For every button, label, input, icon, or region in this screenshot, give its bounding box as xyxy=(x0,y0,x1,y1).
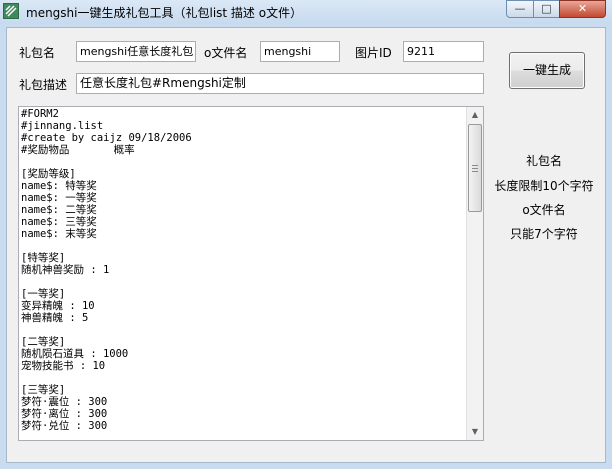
editor-line: 宠物技能书 : 10 xyxy=(21,360,106,372)
editor-line: name$: 二等奖 xyxy=(21,204,97,216)
editor-line: [一等奖] xyxy=(21,288,66,300)
hint-pack-name-limit: 长度限制10个字符 xyxy=(494,179,594,193)
description-label: 礼包描述 xyxy=(19,78,68,92)
editor-line: name$: 末等奖 xyxy=(21,228,97,240)
editor-line: 梦符·震位 : 300 xyxy=(21,396,108,408)
generate-button[interactable]: 一键生成 xyxy=(509,52,585,89)
main-panel: 礼包名 mengshi任意长度礼包 o文件名 mengshi 图片ID 9211… xyxy=(6,27,606,463)
editor-line: #奖励物品 概率 xyxy=(21,144,135,156)
image-id-label: 图片ID xyxy=(355,46,392,60)
file-name-label: o文件名 xyxy=(204,46,248,60)
minimize-button[interactable]: — xyxy=(506,0,534,18)
editor-line: [奖励等级] xyxy=(21,168,76,180)
grip-line xyxy=(472,165,478,166)
editor-line: 梦符·兑位 : 300 xyxy=(21,420,108,432)
editor-line: name$: 三等奖 xyxy=(21,216,97,228)
editor-line: 变异精魄 : 10 xyxy=(21,300,95,312)
image-id-input[interactable]: 9211 xyxy=(403,41,484,62)
app-icon xyxy=(3,3,19,19)
editor-line: [特等奖] xyxy=(21,252,66,264)
editor-line: name$: 一等奖 xyxy=(21,192,97,204)
window-title: mengshi一键生成礼包工具（礼包list 描述 o文件） xyxy=(26,6,303,20)
scroll-down-arrow-icon[interactable]: ▼ xyxy=(467,424,483,440)
maximize-button[interactable]: □ xyxy=(533,0,560,18)
pack-name-input[interactable]: mengshi任意长度礼包 xyxy=(76,41,196,62)
editor-line: #FORM2 xyxy=(21,108,59,120)
editor-line: #create by caijz 09/18/2006 xyxy=(21,132,192,144)
hint-pack-name: 礼包名 xyxy=(525,154,562,168)
editor-line: 随机陨石道具 : 1000 xyxy=(21,348,129,360)
editor-line: 梦符·离位 : 300 xyxy=(21,408,108,420)
scroll-up-arrow-icon[interactable]: ▲ xyxy=(467,107,483,123)
list-editor[interactable]: #FORM2 #jinnang.list #create by caijz 09/1… xyxy=(18,106,484,441)
description-input[interactable]: 任意长度礼包#Rmengshi定制 xyxy=(76,73,484,94)
editor-line: name$: 特等奖 xyxy=(21,180,97,192)
editor-line: [三等奖] xyxy=(21,384,66,396)
file-name-input[interactable]: mengshi xyxy=(260,41,340,62)
editor-line: [二等奖] xyxy=(21,336,66,348)
pack-name-label: 礼包名 xyxy=(19,46,56,60)
grip-line xyxy=(472,168,478,169)
hint-file-name-limit: 只能7个字符 xyxy=(510,227,578,241)
editor-line: #jinnang.list xyxy=(21,120,104,132)
list-editor-content: #FORM2 #jinnang.list #create by caijz 09/1… xyxy=(21,108,466,432)
title-bar[interactable]: mengshi一键生成礼包工具（礼包list 描述 o文件） — □ ✕ xyxy=(0,0,612,24)
editor-line: 随机神兽奖励 : 1 xyxy=(21,264,110,276)
scroll-thumb[interactable] xyxy=(468,124,482,212)
editor-line: 神兽精魄 : 5 xyxy=(21,312,89,324)
grip-line xyxy=(472,171,478,172)
close-button[interactable]: ✕ xyxy=(559,0,606,18)
hint-file-name: o文件名 xyxy=(522,203,566,217)
vertical-scrollbar[interactable]: ▲ ▼ xyxy=(466,107,483,440)
